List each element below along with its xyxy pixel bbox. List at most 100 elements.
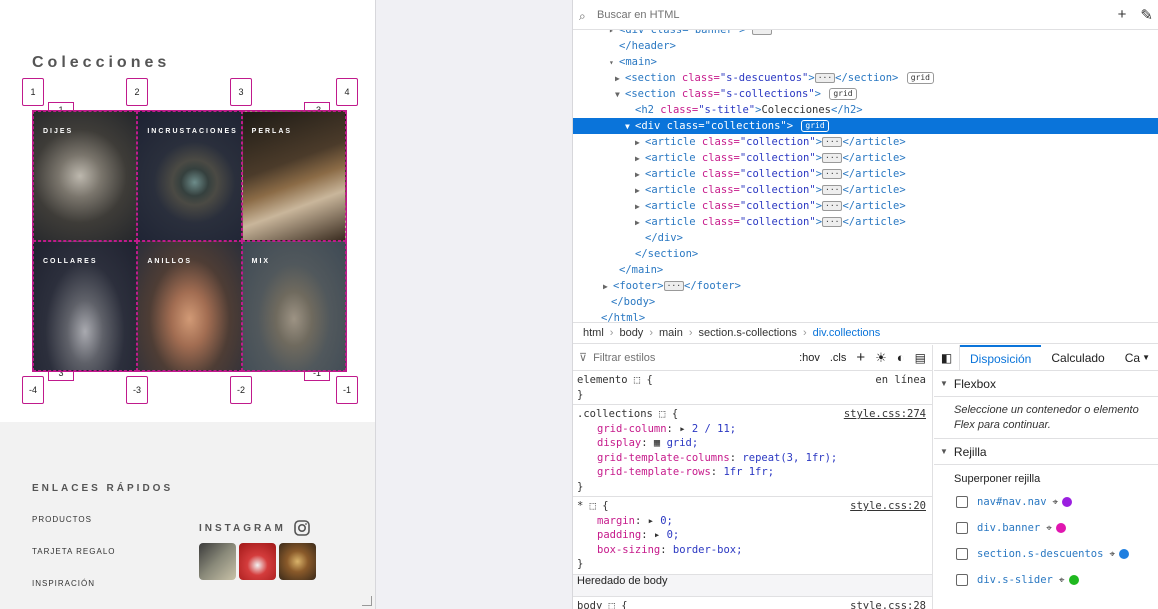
grid-overlay-checkbox[interactable] — [956, 548, 968, 560]
page-title: Colecciones — [32, 54, 171, 71]
chevron-down-icon[interactable]: ▼ — [1142, 345, 1150, 370]
markup-line-selected[interactable]: ▼ <div class="collections"> grid — [573, 118, 1158, 134]
css-property: grid-template-rows: 1fr 1fr; — [597, 466, 775, 478]
rule-body[interactable]: body ⬚ { style.css:28 — [573, 597, 932, 609]
html-search-input[interactable]: Buscar en HTML — [597, 9, 680, 21]
breadcrumb-item[interactable]: section.s-collections — [699, 327, 797, 339]
collection-tile-anillos[interactable]: ANILLOS — [137, 241, 242, 371]
grid-color-swatch[interactable] — [1055, 523, 1066, 533]
rule-element[interactable]: elemento ⬚ { en línea } — [573, 371, 932, 405]
breadcrumb-item-current[interactable]: div.collections — [813, 327, 881, 339]
markup-article-line[interactable]: ▶ <article class="collection"> ··· </articl… — [573, 134, 1158, 150]
grid-color-swatch[interactable] — [1062, 497, 1073, 507]
html-search-bar[interactable]: ⌕ Buscar en HTML + ✎ — [573, 0, 1158, 30]
viewport-background — [377, 0, 572, 609]
markup-line[interactable]: ▾ <main> — [573, 54, 1158, 70]
collapse-arrow-icon: ▼ — [625, 122, 630, 131]
collection-tile-collares[interactable]: COLLARES — [33, 241, 138, 371]
rule-source-link[interactable]: style.css:274 — [844, 407, 926, 422]
tab-disposicion[interactable]: Disposición — [960, 345, 1042, 370]
css-property: grid-column: ▸ 2 / 11; — [597, 422, 737, 435]
light-theme-icon[interactable]: ☀ — [875, 350, 887, 366]
markup-line[interactable]: </html> — [573, 310, 1158, 322]
collection-tile-dijes[interactable]: DIJES — [33, 111, 138, 241]
rule-collections[interactable]: .collections ⬚ { style.css:274 grid-colu… — [573, 405, 932, 497]
quick-link-tarjeta-regalo[interactable]: TARJETA REGALO — [32, 547, 116, 556]
markup-article-line[interactable]: ▶ <article class="collection"> ··· </articl… — [573, 150, 1158, 166]
instagram-title: INSTAGRAM — [199, 520, 310, 536]
collections-grid: DIJES INCRUSTACIONES PERLAS COLLARES ANI… — [32, 110, 347, 372]
collection-label: MIX — [251, 258, 271, 265]
collapse-arrow-icon: ▾ — [609, 58, 614, 67]
markup-line[interactable]: </body> — [573, 294, 1158, 310]
collection-tile-mix[interactable]: MIX — [241, 241, 346, 371]
collection-tile-perlas[interactable]: PERLAS — [241, 111, 346, 241]
filter-styles-input[interactable]: Filtrar estilos — [593, 352, 655, 364]
markup-line[interactable]: ▶ <footer> ··· </footer> — [573, 278, 1158, 294]
markup-article-line[interactable]: ▶ <article class="collection"> ··· </articl… — [573, 214, 1158, 230]
grid-overlay-item: nav#nav.nav ⌖ — [934, 489, 1158, 515]
collection-label: PERLAS — [251, 128, 293, 135]
breadcrumb: html › body › main › section.s-collections ›… — [573, 322, 1158, 344]
instagram-icon[interactable] — [294, 520, 310, 536]
layout-panel: ◧ Disposición Calculado Ca ▼ ▼ Flexbox Se… — [934, 345, 1158, 609]
markup-line[interactable]: </header> — [573, 38, 1158, 54]
markup-article-line[interactable]: ▶ <article class="collection"> ··· </articl… — [573, 198, 1158, 214]
toggle-sidebar-icon[interactable]: ◧ — [934, 345, 960, 370]
css-property: display: ▦ grid; — [597, 437, 699, 449]
add-node-icon[interactable]: + — [1118, 6, 1127, 24]
breadcrumb-item[interactable]: body — [619, 327, 643, 339]
grid-section-header[interactable]: ▼ Rejilla — [934, 439, 1158, 465]
resize-handle[interactable] — [362, 596, 372, 606]
grid-overlay-checkbox[interactable] — [956, 574, 968, 586]
rule-universal[interactable]: * ⬚ { style.css:20 margin: ▸ 0; padding:… — [573, 497, 932, 575]
breadcrumb-item[interactable]: html — [583, 327, 604, 339]
grid-overlay-checkbox[interactable] — [956, 496, 968, 508]
breadcrumb-item[interactable]: main — [659, 327, 683, 339]
highlight-target-icon[interactable]: ⌖ — [1046, 523, 1052, 534]
sidebar-tabs: ◧ Disposición Calculado Ca ▼ — [934, 345, 1158, 371]
markup-article-line[interactable]: ▶ <article class="collection"> ··· </articl… — [573, 166, 1158, 182]
quick-links-title: ENLACES RÁPIDOS — [32, 483, 174, 494]
grid-color-swatch[interactable] — [1068, 575, 1079, 585]
grid-overlay-item: section.s-descuentos ⌖ — [934, 541, 1158, 567]
markup-line[interactable]: ▶ <section class="s-descuentos"> ··· </sect… — [573, 70, 1158, 86]
class-toggle[interactable]: .cls — [830, 352, 847, 364]
highlight-target-icon[interactable]: ⌖ — [1053, 497, 1059, 508]
grid-line-number: -1 — [336, 376, 358, 404]
flexbox-section-header[interactable]: ▼ Flexbox — [934, 371, 1158, 397]
markup-line[interactable]: </div> — [573, 230, 1158, 246]
instagram-label: INSTAGRAM — [199, 522, 286, 534]
css-property: grid-template-columns: repeat(3, 1fr); — [597, 451, 838, 464]
grid-overlay-checkbox[interactable] — [956, 522, 968, 534]
grid-line-number: -4 — [22, 376, 44, 404]
add-rule-icon[interactable]: + — [856, 349, 865, 366]
grid-badge: grid — [906, 72, 934, 84]
markup-line[interactable]: </section> — [573, 246, 1158, 262]
markup-line[interactable]: <h2 class="s-title">Colecciones</h2> — [573, 102, 1158, 118]
rule-source: en línea — [875, 374, 926, 386]
quick-link-inspiracion[interactable]: INSPIRACIÓN — [32, 579, 95, 588]
instagram-thumbnail[interactable] — [279, 543, 316, 580]
quick-link-productos[interactable]: PRODUCTOS — [32, 515, 92, 524]
markup-article-line[interactable]: ▶ <article class="collection"> ··· </articl… — [573, 182, 1158, 198]
highlight-target-icon[interactable]: ⌖ — [1059, 575, 1065, 586]
collection-tile-incrustaciones[interactable]: INCRUSTACIONES — [137, 111, 242, 241]
grid-line-number: 1 — [22, 78, 44, 106]
rule-source-link[interactable]: style.css:20 — [850, 499, 926, 514]
eyedropper-icon[interactable]: ✎ — [1140, 6, 1153, 24]
hover-toggle[interactable]: :hov — [799, 352, 820, 364]
flexbox-note: Seleccione un contenedor o elemento Flex… — [934, 397, 1158, 439]
print-media-icon[interactable]: ▤ — [915, 351, 926, 365]
dark-theme-icon[interactable]: ◐ — [897, 350, 905, 365]
css-property: box-sizing: border-box; — [597, 543, 743, 556]
markup-line[interactable]: </main> — [573, 262, 1158, 278]
tab-more[interactable]: Ca — [1115, 345, 1142, 370]
rule-source-link[interactable]: style.css:28 — [850, 599, 926, 609]
highlight-target-icon[interactable]: ⌖ — [1109, 549, 1115, 560]
instagram-thumbnail[interactable] — [199, 543, 236, 580]
instagram-thumbnail[interactable] — [239, 543, 276, 580]
markup-line[interactable]: ▼ <section class="s-collections"> grid — [573, 86, 1158, 102]
grid-color-swatch[interactable] — [1119, 549, 1130, 559]
tab-calculado[interactable]: Calculado — [1041, 345, 1114, 370]
